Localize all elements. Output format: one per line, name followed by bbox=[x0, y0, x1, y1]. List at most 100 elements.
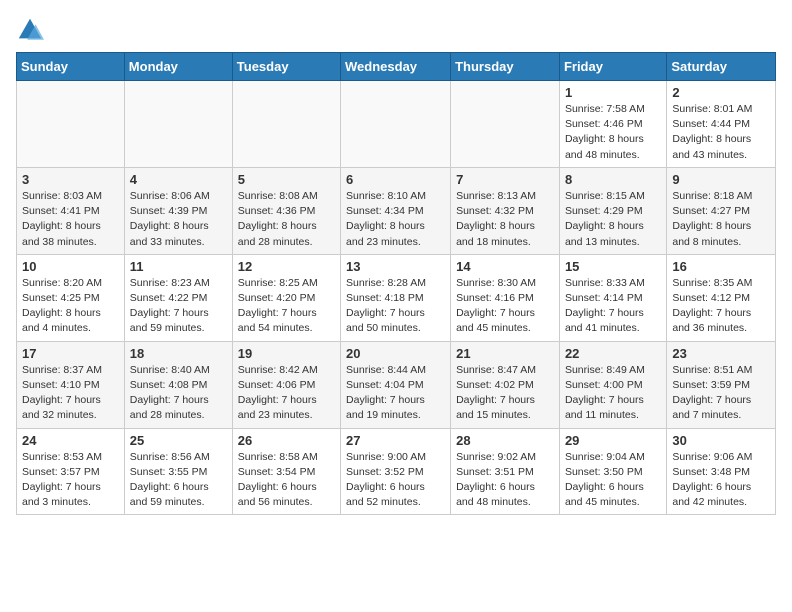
day-number: 3 bbox=[22, 172, 119, 187]
day-cell-9: 9 Sunrise: 8:18 AM Sunset: 4:27 PM Daylig… bbox=[667, 167, 776, 254]
day-cell-28: 28Sunrise: 9:02 AM Sunset: 3:51 PM Dayli… bbox=[451, 428, 560, 515]
day-info: Sunrise: 8:44 AM Sunset: 4:04 PM Dayligh… bbox=[346, 363, 445, 424]
page-header bbox=[16, 16, 776, 44]
day-cell-12: 12Sunrise: 8:25 AM Sunset: 4:20 PM Dayli… bbox=[232, 254, 340, 341]
weekday-header-sunday: Sunday bbox=[17, 53, 125, 81]
day-info: Sunrise: 8:33 AM Sunset: 4:14 PM Dayligh… bbox=[565, 276, 661, 337]
day-number: 21 bbox=[456, 346, 554, 361]
week-row-3: 10Sunrise: 8:20 AM Sunset: 4:25 PM Dayli… bbox=[17, 254, 776, 341]
day-info: Sunrise: 9:00 AM Sunset: 3:52 PM Dayligh… bbox=[346, 450, 445, 511]
day-info: Sunrise: 8:42 AM Sunset: 4:06 PM Dayligh… bbox=[238, 363, 335, 424]
day-cell-27: 27 Sunrise: 9:00 AM Sunset: 3:52 PM Dayli… bbox=[341, 428, 451, 515]
day-info: Sunrise: 8:03 AM Sunset: 4:41 PM Dayligh… bbox=[22, 189, 119, 250]
day-number: 8 bbox=[565, 172, 661, 187]
day-info: Sunrise: 9:02 AM Sunset: 3:51 PM Dayligh… bbox=[456, 450, 554, 511]
day-cell-20: 20 Sunrise: 8:44 AM Sunset: 4:04 PM Dayli… bbox=[341, 341, 451, 428]
day-info: Sunrise: 8:56 AM Sunset: 3:55 PM Dayligh… bbox=[130, 450, 227, 511]
empty-cell bbox=[341, 81, 451, 168]
day-info: Sunrise: 8:47 AM Sunset: 4:02 PM Dayligh… bbox=[456, 363, 554, 424]
day-number: 9 bbox=[672, 172, 770, 187]
day-cell-5: 5 Sunrise: 8:08 AM Sunset: 4:36 PM Daylig… bbox=[232, 167, 340, 254]
day-cell-11: 11 Sunrise: 8:23 AM Sunset: 4:22 PM Dayli… bbox=[124, 254, 232, 341]
day-cell-2: 2 Sunrise: 8:01 AM Sunset: 4:44 PM Daylig… bbox=[667, 81, 776, 168]
logo bbox=[16, 16, 48, 44]
weekday-header-friday: Friday bbox=[559, 53, 666, 81]
day-info: Sunrise: 8:37 AM Sunset: 4:10 PM Dayligh… bbox=[22, 363, 119, 424]
day-cell-23: 23 Sunrise: 8:51 AM Sunset: 3:59 PM Dayli… bbox=[667, 341, 776, 428]
day-cell-24: 24Sunrise: 8:53 AM Sunset: 3:57 PM Dayli… bbox=[17, 428, 125, 515]
weekday-header-row: SundayMondayTuesdayWednesdayThursdayFrid… bbox=[17, 53, 776, 81]
day-number: 30 bbox=[672, 433, 770, 448]
day-number: 4 bbox=[130, 172, 227, 187]
empty-cell bbox=[232, 81, 340, 168]
day-number: 18 bbox=[130, 346, 227, 361]
day-number: 19 bbox=[238, 346, 335, 361]
day-number: 23 bbox=[672, 346, 770, 361]
day-info: Sunrise: 8:28 AM Sunset: 4:18 PM Dayligh… bbox=[346, 276, 445, 337]
day-number: 29 bbox=[565, 433, 661, 448]
day-info: Sunrise: 8:51 AM Sunset: 3:59 PM Dayligh… bbox=[672, 363, 770, 424]
logo-icon bbox=[16, 16, 44, 44]
day-number: 13 bbox=[346, 259, 445, 274]
day-info: Sunrise: 8:18 AM Sunset: 4:27 PM Dayligh… bbox=[672, 189, 770, 250]
day-info: Sunrise: 8:15 AM Sunset: 4:29 PM Dayligh… bbox=[565, 189, 661, 250]
week-row-4: 17 Sunrise: 8:37 AM Sunset: 4:10 PM Dayli… bbox=[17, 341, 776, 428]
day-number: 10 bbox=[22, 259, 119, 274]
day-number: 5 bbox=[238, 172, 335, 187]
day-info: Sunrise: 8:06 AM Sunset: 4:39 PM Dayligh… bbox=[130, 189, 227, 250]
day-number: 16 bbox=[672, 259, 770, 274]
day-number: 2 bbox=[672, 85, 770, 100]
week-row-5: 24Sunrise: 8:53 AM Sunset: 3:57 PM Dayli… bbox=[17, 428, 776, 515]
day-number: 27 bbox=[346, 433, 445, 448]
weekday-header-monday: Monday bbox=[124, 53, 232, 81]
weekday-header-saturday: Saturday bbox=[667, 53, 776, 81]
day-info: Sunrise: 9:06 AM Sunset: 3:48 PM Dayligh… bbox=[672, 450, 770, 511]
day-info: Sunrise: 8:23 AM Sunset: 4:22 PM Dayligh… bbox=[130, 276, 227, 337]
day-cell-19: 19 Sunrise: 8:42 AM Sunset: 4:06 PM Dayli… bbox=[232, 341, 340, 428]
weekday-header-wednesday: Wednesday bbox=[341, 53, 451, 81]
empty-cell bbox=[124, 81, 232, 168]
day-info: Sunrise: 8:08 AM Sunset: 4:36 PM Dayligh… bbox=[238, 189, 335, 250]
day-number: 15 bbox=[565, 259, 661, 274]
day-number: 17 bbox=[22, 346, 119, 361]
day-cell-21: 21 Sunrise: 8:47 AM Sunset: 4:02 PM Dayli… bbox=[451, 341, 560, 428]
day-cell-1: 1 Sunrise: 7:58 AM Sunset: 4:46 PM Daylig… bbox=[559, 81, 666, 168]
day-number: 14 bbox=[456, 259, 554, 274]
day-number: 25 bbox=[130, 433, 227, 448]
day-cell-8: 8 Sunrise: 8:15 AM Sunset: 4:29 PM Daylig… bbox=[559, 167, 666, 254]
day-cell-29: 29 Sunrise: 9:04 AM Sunset: 3:50 PM Dayli… bbox=[559, 428, 666, 515]
day-cell-25: 25 Sunrise: 8:56 AM Sunset: 3:55 PM Dayli… bbox=[124, 428, 232, 515]
day-cell-15: 15 Sunrise: 8:33 AM Sunset: 4:14 PM Dayli… bbox=[559, 254, 666, 341]
day-number: 11 bbox=[130, 259, 227, 274]
week-row-1: 1 Sunrise: 7:58 AM Sunset: 4:46 PM Daylig… bbox=[17, 81, 776, 168]
day-cell-16: 16 Sunrise: 8:35 AM Sunset: 4:12 PM Dayli… bbox=[667, 254, 776, 341]
day-info: Sunrise: 9:04 AM Sunset: 3:50 PM Dayligh… bbox=[565, 450, 661, 511]
day-number: 22 bbox=[565, 346, 661, 361]
day-number: 1 bbox=[565, 85, 661, 100]
day-cell-4: 4 Sunrise: 8:06 AM Sunset: 4:39 PM Daylig… bbox=[124, 167, 232, 254]
empty-cell bbox=[17, 81, 125, 168]
day-info: Sunrise: 7:58 AM Sunset: 4:46 PM Dayligh… bbox=[565, 102, 661, 163]
day-cell-30: 30 Sunrise: 9:06 AM Sunset: 3:48 PM Dayli… bbox=[667, 428, 776, 515]
day-cell-6: 6Sunrise: 8:10 AM Sunset: 4:34 PM Daylig… bbox=[341, 167, 451, 254]
empty-cell bbox=[451, 81, 560, 168]
day-cell-18: 18Sunrise: 8:40 AM Sunset: 4:08 PM Dayli… bbox=[124, 341, 232, 428]
day-number: 24 bbox=[22, 433, 119, 448]
day-number: 26 bbox=[238, 433, 335, 448]
day-info: Sunrise: 8:49 AM Sunset: 4:00 PM Dayligh… bbox=[565, 363, 661, 424]
day-info: Sunrise: 8:30 AM Sunset: 4:16 PM Dayligh… bbox=[456, 276, 554, 337]
day-number: 7 bbox=[456, 172, 554, 187]
day-info: Sunrise: 8:13 AM Sunset: 4:32 PM Dayligh… bbox=[456, 189, 554, 250]
day-number: 20 bbox=[346, 346, 445, 361]
day-info: Sunrise: 8:01 AM Sunset: 4:44 PM Dayligh… bbox=[672, 102, 770, 163]
day-cell-3: 3 Sunrise: 8:03 AM Sunset: 4:41 PM Daylig… bbox=[17, 167, 125, 254]
day-cell-17: 17 Sunrise: 8:37 AM Sunset: 4:10 PM Dayli… bbox=[17, 341, 125, 428]
day-cell-26: 26Sunrise: 8:58 AM Sunset: 3:54 PM Dayli… bbox=[232, 428, 340, 515]
day-info: Sunrise: 8:10 AM Sunset: 4:34 PM Dayligh… bbox=[346, 189, 445, 250]
day-cell-22: 22 Sunrise: 8:49 AM Sunset: 4:00 PM Dayli… bbox=[559, 341, 666, 428]
day-cell-7: 7 Sunrise: 8:13 AM Sunset: 4:32 PM Daylig… bbox=[451, 167, 560, 254]
week-row-2: 3 Sunrise: 8:03 AM Sunset: 4:41 PM Daylig… bbox=[17, 167, 776, 254]
weekday-header-tuesday: Tuesday bbox=[232, 53, 340, 81]
day-info: Sunrise: 8:35 AM Sunset: 4:12 PM Dayligh… bbox=[672, 276, 770, 337]
calendar-table: SundayMondayTuesdayWednesdayThursdayFrid… bbox=[16, 52, 776, 515]
